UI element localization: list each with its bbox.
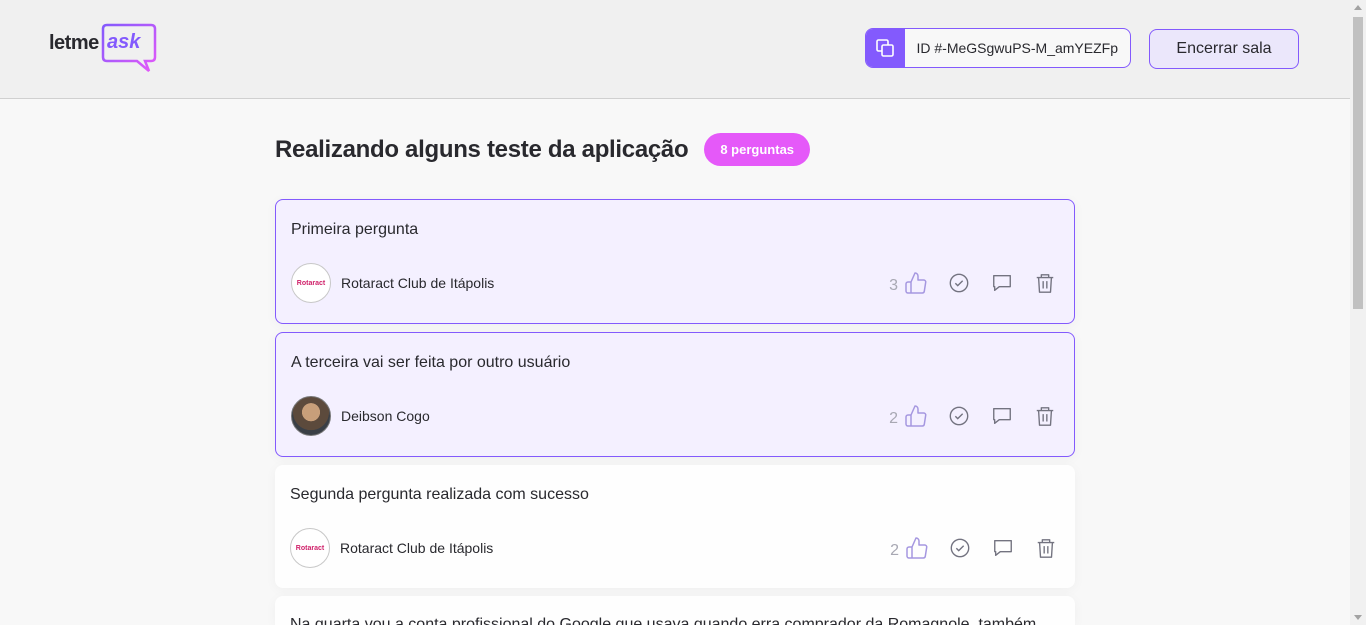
scroll-down-icon[interactable] [1354,615,1362,620]
scrollbar-thumb[interactable] [1353,17,1363,309]
question-text: Na quarta vou a conta profissional do Go… [290,616,1037,625]
answer-icon[interactable] [990,271,1014,295]
question-card: Na quarta vou a conta profissional do Go… [275,596,1075,625]
author-name: Deibson Cogo [341,408,430,424]
letmeask-logo[interactable]: letme ask [49,23,159,75]
logo-text-letme: letme [49,32,99,54]
author-name: Rotaract Club de Itápolis [341,275,495,291]
like-button[interactable]: 2 [889,404,928,428]
copy-icon [866,29,905,67]
end-room-button[interactable]: Encerrar sala [1149,29,1299,69]
question-actions: 2 [889,404,1057,428]
like-icon [905,272,927,294]
room-code-text: ID #-MeGSgwuPS-M_amYEZFp [916,40,1119,56]
answer-icon[interactable] [991,536,1015,560]
like-count: 3 [889,277,898,294]
like-button[interactable]: 2 [890,536,929,560]
like-count: 2 [890,542,899,559]
logo-text-ask: ask [107,31,141,53]
check-icon[interactable] [947,271,971,295]
room-title-row: Realizando alguns teste da aplicação 8 p… [275,133,811,166]
like-icon [906,537,928,559]
question-text: Segunda pergunta realizada com sucesso [290,486,589,503]
like-count: 2 [889,410,898,427]
author-name: Rotaract Club de Itápolis [340,540,494,556]
like-button[interactable]: 3 [889,271,928,295]
top-header: letme ask ID #-MeGSgwuPS-M_amYEZFp Encer… [0,0,1350,99]
trash-icon[interactable] [1033,404,1057,428]
page-scrollbar[interactable] [1350,0,1366,625]
room-title: Realizando alguns teste da aplicação [275,135,689,163]
avatar: Rotaract [291,263,331,303]
check-icon[interactable] [948,536,972,560]
trash-icon[interactable] [1034,536,1058,560]
question-count-badge: 8 perguntas [704,133,811,166]
room-code-copy-button[interactable]: ID #-MeGSgwuPS-M_amYEZFp [865,28,1131,68]
avatar: Rotaract [290,528,330,568]
trash-icon[interactable] [1033,271,1057,295]
question-card: Segunda pergunta realizada com sucesso R… [275,465,1075,588]
check-icon[interactable] [947,404,971,428]
question-card: Primeira pergunta Rotaract Rotaract Club… [275,199,1075,324]
question-actions: 3 [889,271,1057,295]
question-author: Rotaract Rotaract Club de Itápolis [291,263,494,303]
question-text: A terceira vai ser feita por outro usuár… [291,354,571,371]
question-actions: 2 [890,536,1058,560]
scroll-up-icon[interactable] [1354,5,1362,10]
question-text: Primeira pergunta [291,221,419,238]
question-card: A terceira vai ser feita por outro usuár… [275,332,1075,457]
like-icon [905,405,927,427]
answer-icon[interactable] [990,404,1014,428]
question-author: Rotaract Rotaract Club de Itápolis [290,528,493,568]
avatar [291,396,331,436]
question-author: Deibson Cogo [291,396,430,436]
